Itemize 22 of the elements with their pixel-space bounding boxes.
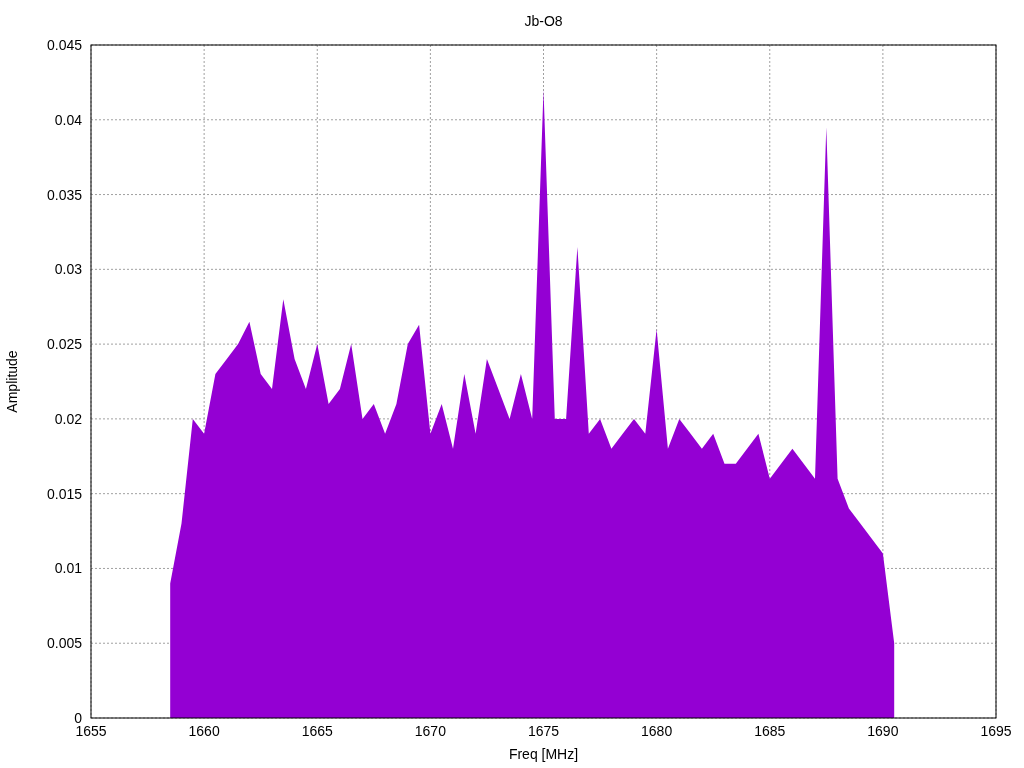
x-tick-label: 1675 [527, 723, 560, 739]
y-tick-label: 0.025 [46, 336, 82, 353]
y-tick-label: 0 [74, 710, 82, 726]
y-tick-label: 0.045 [46, 37, 82, 53]
y-tick-label: 0.015 [46, 485, 82, 502]
x-tick-label: 1685 [754, 723, 786, 739]
x-tick-label: 1670 [414, 723, 446, 739]
x-tick-label: 1680 [641, 723, 673, 739]
y-tick-label: 0.01 [54, 560, 82, 577]
y-tick-label: 0.03 [54, 261, 82, 278]
y-tick-label: 0.02 [54, 410, 82, 427]
x-tick-label: 1690 [867, 723, 899, 739]
y-tick-label: 0.04 [54, 111, 82, 128]
y-tick-label: 0.035 [46, 186, 82, 203]
x-tick-label: 1655 [75, 723, 107, 739]
x-tick-label: 1665 [301, 723, 333, 739]
y-tick-label: 0.005 [46, 635, 82, 652]
chart-title: Jb-O8 [524, 13, 563, 29]
x-tick-label: 1660 [188, 723, 220, 739]
x-tick-label: 1695 [980, 723, 1012, 739]
y-axis-title: Amplitude [4, 350, 20, 413]
x-axis-title: Freq [MHz] [508, 746, 579, 762]
